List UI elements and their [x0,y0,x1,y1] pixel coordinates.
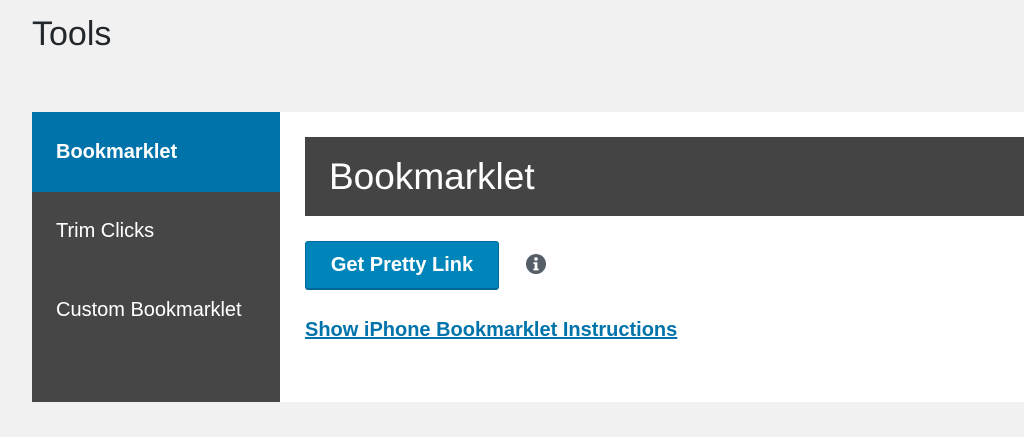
get-pretty-link-button[interactable]: Get Pretty Link [305,241,499,289]
sidebar-item-label: Bookmarklet [56,140,178,163]
sidebar-item-custom-bookmarklet[interactable]: Custom Bookmarklet [32,271,280,350]
sidebar-item-trim-clicks[interactable]: Trim Clicks [32,192,280,271]
sidebar-item-bookmarklet[interactable]: Bookmarklet [32,112,280,192]
info-circle-icon[interactable] [525,253,547,275]
sidebar-item-label: Custom Bookmarklet [56,299,242,321]
tools-panel: Bookmarklet Trim Clicks Custom Bookmarkl… [32,112,1024,402]
section-header: Bookmarklet [305,137,1024,216]
sidebar-nav: Bookmarklet Trim Clicks Custom Bookmarkl… [32,112,280,402]
page-title: Tools [32,15,112,53]
sidebar-item-label: Trim Clicks [56,220,155,242]
section-title: Bookmarklet [329,155,535,197]
show-iphone-instructions-link[interactable]: Show iPhone Bookmarklet Instructions [305,319,677,342]
main-content: Bookmarklet Get Pretty Link Show iPhone … [280,112,1024,402]
